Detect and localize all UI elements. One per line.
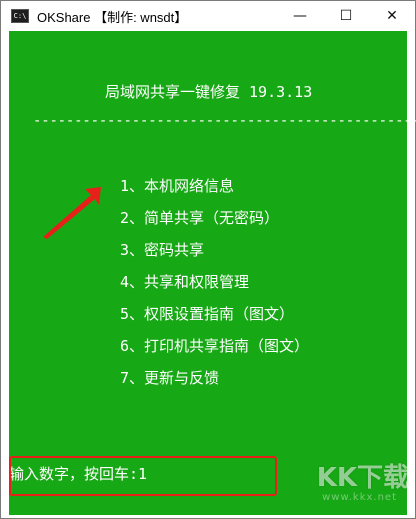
minimize-icon: — xyxy=(293,8,307,24)
menu-item-5: 5、权限设置指南（图文） xyxy=(120,305,295,323)
minimize-button[interactable]: — xyxy=(277,1,323,31)
prompt-highlight-box xyxy=(9,456,277,496)
menu-item-7: 7、更新与反馈 xyxy=(120,369,220,387)
watermark-logo: KK下载 xyxy=(316,463,409,493)
console-window: C:\ OKShare 【制作: wnsdt】 — ☐ ✕ 局域网共享一键修复 … xyxy=(0,0,416,519)
title-bar[interactable]: C:\ OKShare 【制作: wnsdt】 — ☐ ✕ xyxy=(1,1,415,31)
maximize-icon: ☐ xyxy=(339,8,353,24)
menu-item-6: 6、打印机共享指南（图文） xyxy=(120,337,310,355)
red-arrow-icon xyxy=(43,187,101,239)
console-area[interactable]: 局域网共享一键修复 19.3.13 ----------------------… xyxy=(9,31,416,515)
window-controls: — ☐ ✕ xyxy=(277,1,415,31)
console-heading: 局域网共享一键修复 19.3.13 xyxy=(105,83,313,101)
menu-item-3: 3、密码共享 xyxy=(120,241,205,259)
window-title: OKShare 【制作: wnsdt】 xyxy=(37,9,188,25)
watermark-url: www.kkx.net xyxy=(322,492,397,503)
console-divider: ----------------------------------------… xyxy=(33,113,416,129)
menu-item-2: 2、简单共享（无密码） xyxy=(120,209,280,227)
close-button[interactable]: ✕ xyxy=(369,1,415,31)
close-icon: ✕ xyxy=(386,8,398,24)
menu-item-4: 4、共享和权限管理 xyxy=(120,273,250,291)
console-app-icon: C:\ xyxy=(11,9,29,23)
menu-item-1: 1、本机网络信息 xyxy=(120,177,235,195)
maximize-button[interactable]: ☐ xyxy=(323,1,369,31)
